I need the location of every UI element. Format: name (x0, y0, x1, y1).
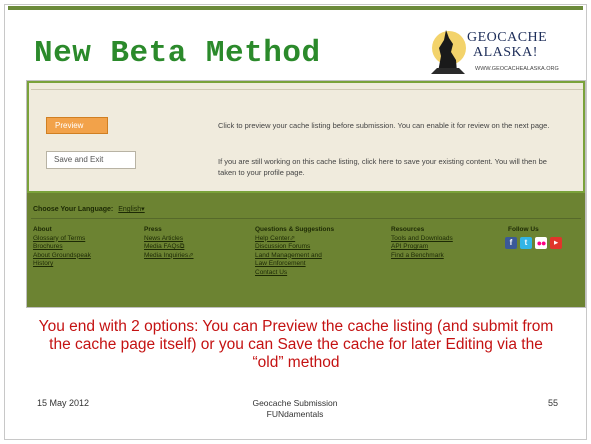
footer-column-resources: Resources Tools and Downloads API Progra… (391, 226, 453, 260)
footer-link[interactable]: Contact Us (255, 269, 334, 278)
footer-link[interactable]: Law Enforcement (255, 260, 334, 269)
footer-column-press: Press News Articles Media FAQs⧉ Media In… (144, 226, 194, 260)
footer-heading: Resources (391, 226, 425, 233)
footer-link[interactable]: API Program (391, 243, 453, 252)
slide-title: New Beta Method (34, 36, 321, 71)
footer-presentation-title: Geocache Submission FUNdamentals (252, 398, 338, 419)
footer-date: 15 May 2012 (37, 398, 90, 408)
footer-heading: Press (144, 226, 162, 233)
save-and-exit-button[interactable]: Save and Exit (46, 151, 136, 169)
language-dropdown[interactable]: English▾ (118, 206, 144, 213)
footer-link[interactable]: History (33, 260, 91, 269)
facebook-icon[interactable]: f (505, 237, 517, 249)
footer-column-about: About Glossary of Terms Brochures About … (33, 226, 91, 269)
footer-link[interactable]: Land Management and (255, 252, 334, 261)
footer-heading: About (33, 226, 52, 233)
site-footer: Choose Your Language: English▾ About Glo… (27, 193, 585, 307)
submission-actions-panel: Preview Click to preview your cache list… (27, 81, 585, 193)
language-label: Choose Your Language: (33, 206, 114, 213)
preview-description: Click to preview your cache listing befo… (218, 121, 550, 130)
howling-wolf-icon (431, 30, 466, 74)
language-chooser: Choose Your Language: English▾ (33, 205, 145, 213)
preview-button[interactable]: Preview (46, 117, 108, 134)
footer-link[interactable]: About Groundspeak (33, 252, 91, 261)
slide-caption: You end with 2 options: You can Preview … (38, 318, 554, 371)
logo-line-1: GEOCACHE (467, 30, 548, 45)
follow-us-heading: Follow Us (508, 226, 539, 233)
footer-link[interactable]: News Articles (144, 235, 194, 244)
footer-link[interactable]: Help Center⬀ (255, 235, 334, 244)
footer-link[interactable]: Tools and Downloads (391, 235, 453, 244)
footer-divider (31, 218, 581, 219)
footer-link[interactable]: Find a Benchmark (391, 252, 453, 261)
footer-column-follow: Follow Us (508, 226, 539, 235)
footer-heading: Questions & Suggestions (255, 226, 335, 233)
twitter-icon[interactable]: t (520, 237, 532, 249)
footer-link[interactable]: Brochures (33, 243, 91, 252)
footer-link[interactable]: Discussion Forums (255, 243, 334, 252)
logo-wordmark: GEOCACHE ALASKA! (467, 30, 547, 60)
title-bar-accent (8, 6, 583, 10)
save-description: If you are still working on this cache l… (218, 157, 547, 177)
panel-divider (31, 89, 583, 90)
footer-link[interactable]: Glossary of Terms (33, 235, 91, 244)
flickr-icon[interactable]: ●● (535, 237, 547, 249)
youtube-icon[interactable]: ▶ (550, 237, 562, 249)
logo-line-2: ALASKA! (473, 45, 538, 60)
footer-link[interactable]: Media FAQs⧉ (144, 243, 194, 252)
logo-url: WWW.GEOCACHEALASKA.ORG (475, 66, 559, 72)
page-number: 55 (548, 398, 559, 408)
embedded-screenshot: Preview Click to preview your cache list… (26, 80, 586, 308)
social-icons: f t ●● ▶ (505, 237, 562, 249)
geocache-alaska-logo: GEOCACHE ALASKA! WWW.GEOCACHEALASKA.ORG (429, 26, 565, 78)
footer-column-questions: Questions & Suggestions Help Center⬀ Dis… (255, 226, 334, 277)
footer-link[interactable]: Media Inquiries⬀ (144, 252, 194, 261)
